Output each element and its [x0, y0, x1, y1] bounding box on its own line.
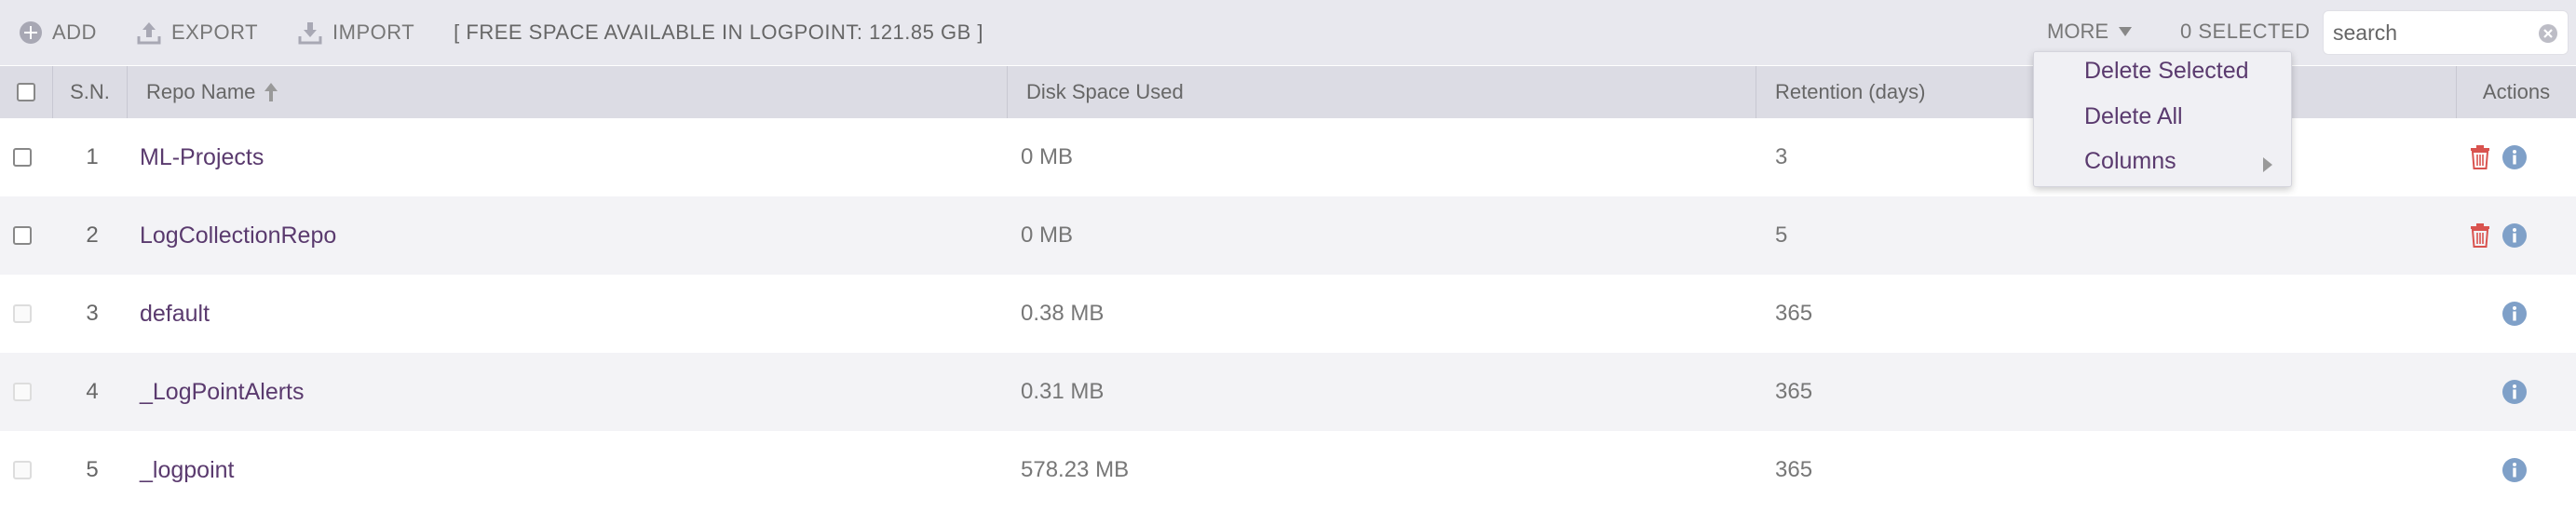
table-row: 3 default 0.38 MB 365	[0, 275, 2576, 353]
disk-space-value: 578.23 MB	[1021, 457, 1130, 482]
row-checkbox	[13, 383, 32, 401]
caret-right-icon	[2263, 157, 2272, 172]
search-input[interactable]	[2324, 19, 2530, 47]
info-circle-icon[interactable]	[2501, 144, 2528, 170]
more-label: MORE	[2047, 20, 2108, 43]
row-checkbox[interactable]	[13, 148, 32, 167]
repo-name-link[interactable]: LogCollectionRepo	[140, 222, 336, 249]
more-dropdown-menu: Delete Selected Delete All Columns	[2033, 51, 2292, 187]
plus-circle-icon	[20, 21, 42, 44]
repo-name-link[interactable]: ML-Projects	[140, 144, 264, 171]
retention-value: 5	[1775, 222, 1788, 248]
disk-space-value: 0 MB	[1021, 144, 1074, 169]
row-checkbox	[13, 304, 32, 323]
disk-space-value: 0.38 MB	[1021, 301, 1105, 326]
row-sn: 4	[86, 379, 99, 404]
disk-space-value: 0 MB	[1021, 222, 1074, 248]
add-button[interactable]: ADD	[19, 20, 97, 45]
row-actions	[2464, 196, 2576, 275]
trash-icon[interactable]	[2470, 145, 2490, 169]
retention-value: 365	[1775, 301, 1813, 326]
info-circle-icon[interactable]	[2501, 301, 2528, 327]
row-sn: 3	[86, 301, 99, 326]
disk-space-value: 0.31 MB	[1021, 379, 1105, 404]
row-sn: 1	[86, 144, 99, 169]
export-button[interactable]: EXPORT	[136, 20, 258, 46]
upload-icon	[137, 22, 161, 45]
sort-up-arrow-icon	[264, 83, 278, 101]
add-label: ADD	[52, 20, 97, 44]
menu-item-delete-all[interactable]: Delete All	[2084, 103, 2183, 130]
repo-name-link[interactable]: _LogPointAlerts	[140, 379, 305, 406]
header-actions: Actions	[2482, 80, 2551, 103]
row-actions	[2464, 118, 2576, 196]
trash-icon[interactable]	[2470, 223, 2490, 248]
info-circle-icon[interactable]	[2501, 222, 2528, 249]
menu-item-delete-selected[interactable]: Delete Selected	[2084, 58, 2249, 85]
header-repo-name[interactable]: Repo Name	[128, 66, 1008, 118]
info-circle-icon[interactable]	[2501, 379, 2528, 405]
info-circle-icon[interactable]	[2501, 457, 2528, 483]
table-row: 4 _LogPointAlerts 0.31 MB 365	[0, 353, 2576, 431]
import-label: IMPORT	[332, 20, 415, 44]
free-space-info: [ FREE SPACE AVAILABLE IN LOGPOINT: 121.…	[454, 20, 983, 44]
row-sn: 5	[86, 457, 99, 482]
retention-value: 365	[1775, 379, 1813, 404]
import-button[interactable]: IMPORT	[297, 20, 414, 46]
header-sn: S.N.	[53, 66, 128, 118]
row-actions	[2464, 431, 2576, 509]
row-checkbox[interactable]	[13, 226, 32, 245]
header-checkbox-cell	[0, 66, 53, 118]
row-sn: 2	[86, 222, 99, 248]
table-row: 2 LogCollectionRepo 0 MB 5	[0, 196, 2576, 275]
selected-count: 0 SELECTED	[2180, 20, 2311, 43]
search-box	[2323, 10, 2569, 55]
download-icon	[298, 22, 322, 45]
header-repo-name-label: Repo Name	[146, 80, 256, 103]
menu-item-columns[interactable]: Columns	[2084, 148, 2176, 175]
row-actions	[2464, 275, 2576, 353]
row-actions	[2464, 353, 2576, 431]
clear-x-icon[interactable]	[2538, 23, 2558, 44]
select-all-checkbox[interactable]	[17, 83, 35, 101]
retention-value: 365	[1775, 457, 1813, 482]
repo-name-link[interactable]: default	[140, 301, 210, 328]
table-row: 5 _logpoint 578.23 MB 365	[0, 431, 2576, 509]
more-button[interactable]: MORE	[2047, 20, 2133, 44]
row-checkbox	[13, 461, 32, 479]
caret-down-icon	[2119, 27, 2132, 36]
header-disk-space[interactable]: Disk Space Used	[1008, 66, 1756, 118]
repo-name-link[interactable]: _logpoint	[140, 457, 234, 484]
export-label: EXPORT	[170, 20, 259, 44]
